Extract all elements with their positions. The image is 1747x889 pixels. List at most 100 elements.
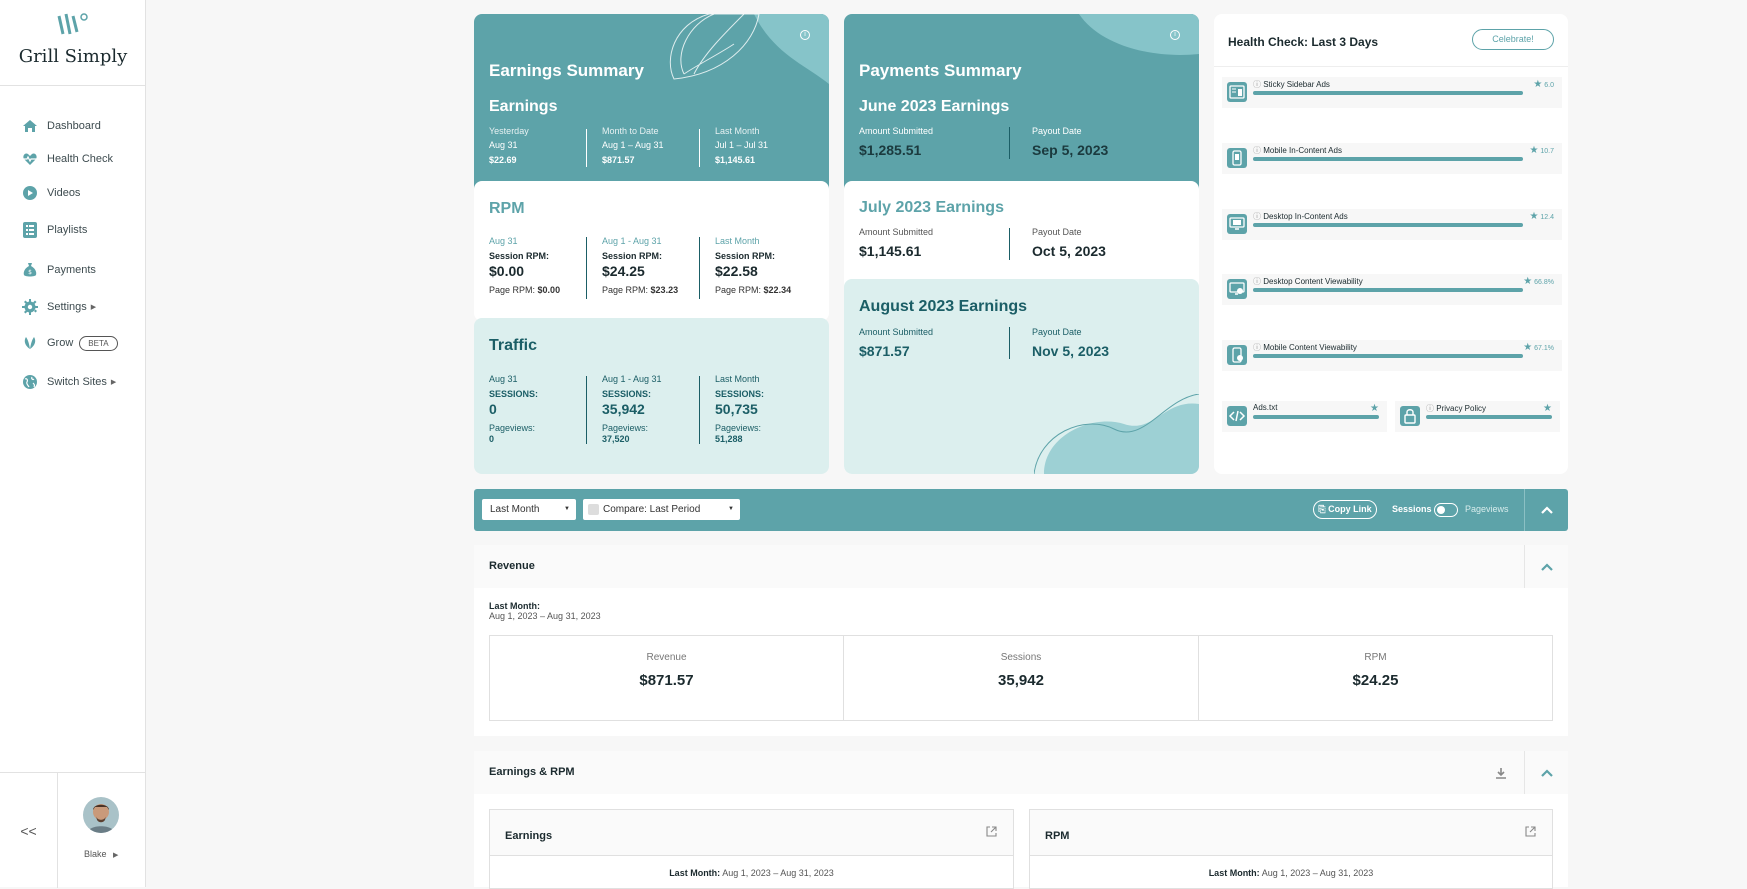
health-check-item-label: Mobile Content Viewability <box>1263 343 1357 352</box>
august-earnings-section: August 2023 Earnings Amount Submitted $8… <box>844 279 1199 474</box>
celebrate-button[interactable]: Celebrate! <box>1472 29 1554 50</box>
health-check-bar <box>1253 354 1523 358</box>
sessions-pageviews-toggle[interactable] <box>1434 503 1458 517</box>
info-icon: ⓘ <box>1253 80 1261 89</box>
earnings-yesterday-date: Aug 31 <box>489 140 518 150</box>
health-check-item[interactable]: ⓘ Desktop In-Content Ads ★ 12.4 <box>1222 209 1562 240</box>
health-check-item-ads-txt[interactable]: Ads.txt ★ <box>1222 401 1387 432</box>
sidebar-item-label: Payments <box>47 264 96 276</box>
health-check-item-label: Desktop Content Viewability <box>1263 277 1363 286</box>
info-icon: ⓘ <box>1253 212 1261 221</box>
period-select-value: Last Month <box>490 504 540 515</box>
payout-date-label: Payout Date <box>1032 327 1082 337</box>
stat-value: $24.25 <box>1352 672 1399 689</box>
sessions-value: 0 <box>489 401 497 417</box>
health-check-bar <box>1253 91 1523 95</box>
payout-date-label: Payout Date <box>1032 126 1082 136</box>
amount-submitted-label: Amount Submitted <box>859 227 934 237</box>
earnings-yesterday-label: Yesterday <box>489 126 529 136</box>
sidebar-item-grow[interactable]: Grow BETA <box>22 335 118 351</box>
pageviews-label: Pageviews: <box>489 423 536 433</box>
sessions-label: SESSIONS: <box>602 389 652 399</box>
copy-link-button[interactable]: ⎘ Copy Link <box>1313 500 1377 519</box>
pageviews-label: Pageviews: <box>602 423 649 433</box>
health-check-item[interactable]: ⓘ Sticky Sidebar Ads ★ 6.0 <box>1222 77 1562 108</box>
amount-submitted-label: Amount Submitted <box>859 327 934 337</box>
info-icon[interactable]: i <box>1170 30 1180 40</box>
rpm-stat: RPM $24.25 <box>1198 635 1553 721</box>
sidebar-item-health-check[interactable]: Health Check <box>22 151 113 167</box>
july-amount-value: $1,145.61 <box>859 243 922 259</box>
health-check-item[interactable]: ⓘ Mobile In-Content Ads ★ 10.7 <box>1222 143 1562 174</box>
avatar[interactable] <box>83 797 119 833</box>
collapse-sidebar-button[interactable]: << <box>0 773 58 888</box>
health-check-bar <box>1426 415 1552 419</box>
star-icon: ★ <box>1370 403 1379 414</box>
period-select[interactable]: Last Month ▼ <box>482 499 576 520</box>
amount-submitted-label: Amount Submitted <box>859 126 934 136</box>
stat-value: $871.57 <box>639 672 694 689</box>
external-link-icon[interactable] <box>1525 826 1536 837</box>
sidebar-item-switch-sites[interactable]: Switch Sites ▶ <box>22 374 116 390</box>
site-logo[interactable]: Grill Simply <box>0 12 146 67</box>
rpm-col-label: Aug 31 <box>489 236 518 246</box>
page-rpm-row: Page RPM: $23.23 <box>602 285 678 295</box>
health-check-score: ★ 12.4 <box>1529 211 1554 222</box>
collapse-revenue-button[interactable] <box>1524 545 1568 588</box>
caret-down-icon: ▼ <box>564 506 570 512</box>
earnings-rpm-title: Earnings & RPM <box>489 766 575 778</box>
rpm-subpanel-title: RPM <box>1045 830 1070 842</box>
page-rpm-value: $23.23 <box>650 285 679 295</box>
range-value: Aug 1, 2023 – Aug 31, 2023 <box>1261 868 1374 878</box>
filter-bar: Last Month ▼ Compare: Last Period ▼ ⎘ Copy… <box>474 489 1568 531</box>
range-value: Aug 1, 2023 – Aug 31, 2023 <box>722 868 834 878</box>
health-check-item[interactable]: ⓘ Desktop Content Viewability ★ 66.8% <box>1222 274 1562 305</box>
desktop-icon <box>1227 214 1247 234</box>
column-divider <box>699 376 700 444</box>
health-check-item-name: ⓘ Privacy Policy <box>1426 403 1486 414</box>
caret-right-icon: ▶ <box>113 852 119 859</box>
collapse-earnings-rpm-button[interactable] <box>1524 751 1568 794</box>
collapse-filters-button[interactable] <box>1524 489 1568 531</box>
download-icon[interactable] <box>1495 766 1507 784</box>
sessions-toggle-label: Sessions <box>1392 504 1432 514</box>
sidebar-item-videos[interactable]: Videos <box>22 185 80 201</box>
range-label: Last Month: <box>669 868 721 878</box>
session-rpm-value: $22.58 <box>715 263 758 279</box>
home-icon <box>23 120 37 132</box>
compare-checkbox[interactable] <box>588 504 599 515</box>
june-amount-value: $1,285.51 <box>859 142 922 158</box>
pageviews-toggle-label: Pageviews <box>1465 504 1509 514</box>
earnings-mtd-label: Month to Date <box>602 126 659 136</box>
info-icon[interactable]: i <box>800 30 810 40</box>
sidebar-item-settings[interactable]: Settings ▶ <box>22 299 96 315</box>
sidebar-item-playlists[interactable]: Playlists <box>22 222 87 238</box>
page-rpm-row: Page RPM: $22.34 <box>715 285 791 295</box>
page-rpm-label: Page RPM: <box>715 285 762 295</box>
earnings-rpm-panel: Earnings & RPM Earnings Last Month: Aug … <box>474 751 1568 889</box>
sidebar-divider <box>0 85 146 86</box>
health-check-item[interactable]: ⓘ Mobile Content Viewability ★ 67.1% <box>1222 340 1562 371</box>
sidebar-item-payments[interactable]: $ Payments <box>22 262 96 278</box>
info-icon: ⓘ <box>1426 404 1434 413</box>
copy-link-label: Copy Link <box>1328 504 1372 514</box>
sidebar-item-dashboard[interactable]: Dashboard <box>22 118 101 134</box>
health-check-item-name: Ads.txt <box>1253 403 1277 412</box>
page-rpm-label: Page RPM: <box>602 285 649 295</box>
sidebar-item-label: Settings <box>47 301 87 313</box>
june-earnings-section: i Payments Summary June 2023 Earnings Am… <box>844 14 1199 194</box>
desktop-viewability-icon <box>1227 279 1247 299</box>
revenue-panel-header: Revenue <box>474 545 1568 588</box>
stat-label: Revenue <box>646 652 687 663</box>
user-menu[interactable]: Blake ▶ <box>84 849 118 859</box>
health-check-score: ★ 67.1% <box>1523 342 1554 353</box>
pageviews-value: 0 <box>489 434 495 444</box>
compare-select[interactable]: Compare: Last Period ▼ <box>583 499 740 520</box>
health-check-score-value: 67.1% <box>1534 345 1554 352</box>
health-check-item-privacy-policy[interactable]: ⓘ Privacy Policy ★ <box>1395 401 1560 432</box>
revenue-title: Revenue <box>489 560 535 572</box>
star-icon: ★ <box>1523 276 1533 287</box>
revenue-period-range: Aug 1, 2023 – Aug 31, 2023 <box>489 611 601 621</box>
star-icon: ★ <box>1529 145 1539 156</box>
external-link-icon[interactable] <box>986 826 997 837</box>
